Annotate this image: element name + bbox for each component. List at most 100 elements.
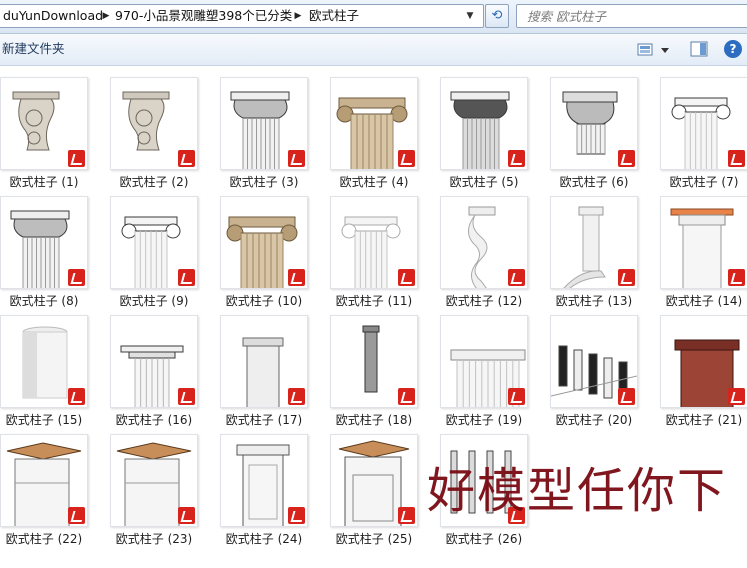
file-item[interactable]: 欧式柱子 (21) [660, 304, 747, 427]
breadcrumb[interactable]: duYunDownload ▶ 970-小品景观雕塑398个已分类 ▶ 欧式柱子… [0, 4, 484, 28]
file-item[interactable]: 欧式柱子 (5) [440, 66, 550, 189]
sketchup-file-icon [728, 269, 745, 286]
sketchup-file-icon [68, 150, 85, 167]
sketchup-file-icon [398, 269, 415, 286]
file-item[interactable]: 欧式柱子 (25) [330, 423, 440, 546]
file-name: 欧式柱子 (20) [555, 413, 633, 427]
watermark-text: 好模型任你下 [427, 463, 728, 519]
file-thumbnail[interactable] [0, 315, 88, 408]
sketchup-file-icon [288, 507, 305, 524]
preview-pane-icon [690, 41, 708, 57]
new-folder-button[interactable]: 新建文件夹 [0, 39, 69, 59]
sketchup-file-icon [68, 388, 85, 405]
sketchup-file-icon [618, 150, 635, 167]
file-item[interactable]: 欧式柱子 (7) [660, 66, 747, 189]
preview-pane-button[interactable] [690, 41, 710, 58]
file-thumbnail[interactable] [110, 315, 198, 408]
sketchup-file-icon [288, 269, 305, 286]
sketchup-file-icon [288, 150, 305, 167]
file-item[interactable]: 欧式柱子 (11) [330, 185, 440, 308]
sketchup-file-icon [618, 269, 635, 286]
breadcrumb-item-root[interactable]: duYunDownload [3, 5, 103, 27]
file-item[interactable]: 欧式柱子 (10) [220, 185, 330, 308]
file-item[interactable]: 欧式柱子 (22) [0, 423, 110, 546]
file-thumbnail[interactable] [440, 196, 528, 289]
file-thumbnail[interactable] [220, 315, 308, 408]
breadcrumb-separator-icon[interactable]: ▶ [291, 5, 305, 27]
file-item[interactable]: 欧式柱子 (2) [110, 66, 220, 189]
breadcrumb-item-current[interactable]: 欧式柱子 [309, 5, 359, 27]
file-item[interactable]: 欧式柱子 (4) [330, 66, 440, 189]
sketchup-file-icon [68, 507, 85, 524]
file-thumbnail[interactable] [660, 196, 747, 289]
breadcrumb-item-category[interactable]: 970-小品景观雕塑398个已分类 [115, 5, 292, 27]
file-name: 欧式柱子 (24) [225, 532, 303, 546]
sketchup-file-icon [398, 507, 415, 524]
file-thumbnail[interactable] [440, 315, 528, 408]
file-thumbnail[interactable] [110, 196, 198, 289]
file-item[interactable]: 欧式柱子 (15) [0, 304, 110, 427]
file-thumbnail[interactable] [330, 196, 418, 289]
file-item[interactable]: 欧式柱子 (8) [0, 185, 110, 308]
sketchup-file-icon [398, 150, 415, 167]
view-icon [637, 43, 669, 56]
file-item[interactable]: 欧式柱子 (17) [220, 304, 330, 427]
sketchup-file-icon [178, 150, 195, 167]
file-thumbnail[interactable] [550, 196, 638, 289]
sketchup-file-icon [68, 269, 85, 286]
sketchup-file-icon [618, 388, 635, 405]
sketchup-file-icon [508, 269, 525, 286]
file-item[interactable]: 欧式柱子 (19) [440, 304, 550, 427]
file-thumbnail[interactable] [330, 434, 418, 527]
command-bar: 新建文件夹 ? [0, 34, 747, 66]
file-item[interactable]: 欧式柱子 (23) [110, 423, 220, 546]
file-thumbnail[interactable] [220, 77, 308, 170]
file-thumbnail[interactable] [110, 77, 198, 170]
file-item[interactable]: 欧式柱子 (6) [550, 66, 660, 189]
file-name: 欧式柱子 (25) [335, 532, 413, 546]
file-name: 欧式柱子 (23) [115, 532, 193, 546]
file-thumbnail[interactable] [0, 77, 88, 170]
file-item[interactable]: 欧式柱子 (18) [330, 304, 440, 427]
file-name: 欧式柱子 (21) [665, 413, 743, 427]
file-thumbnail[interactable] [660, 77, 747, 170]
sketchup-file-icon [728, 150, 745, 167]
sketchup-file-icon [178, 269, 195, 286]
file-item[interactable]: 欧式柱子 (12) [440, 185, 550, 308]
refresh-button[interactable]: ⟲ [485, 4, 509, 28]
search-input[interactable] [517, 5, 727, 27]
chevron-down-icon[interactable]: ▼ [461, 5, 479, 27]
file-item[interactable]: 欧式柱子 (9) [110, 185, 220, 308]
file-thumbnail[interactable] [550, 315, 638, 408]
sketchup-file-icon [508, 388, 525, 405]
file-name: 欧式柱子 (22) [5, 532, 83, 546]
file-item[interactable]: 欧式柱子 (3) [220, 66, 330, 189]
file-thumbnail[interactable] [330, 77, 418, 170]
file-item[interactable]: 欧式柱子 (1) [0, 66, 110, 189]
file-thumbnail[interactable] [660, 315, 747, 408]
help-icon[interactable]: ? [724, 40, 742, 58]
file-thumbnail[interactable] [550, 77, 638, 170]
file-thumbnail[interactable] [0, 196, 88, 289]
refresh-icon: ⟲ [491, 8, 503, 23]
address-bar: duYunDownload ▶ 970-小品景观雕塑398个已分类 ▶ 欧式柱子… [0, 0, 747, 34]
file-item[interactable]: 欧式柱子 (20) [550, 304, 660, 427]
sketchup-file-icon [288, 388, 305, 405]
sketchup-file-icon [178, 388, 195, 405]
file-thumbnail[interactable] [220, 196, 308, 289]
file-thumbnail[interactable] [110, 434, 198, 527]
sketchup-file-icon [398, 388, 415, 405]
file-thumbnail[interactable] [330, 315, 418, 408]
file-item[interactable]: 欧式柱子 (24) [220, 423, 330, 546]
breadcrumb-separator-icon[interactable]: ▶ [99, 5, 113, 27]
sketchup-file-icon [508, 150, 525, 167]
file-thumbnail[interactable] [440, 77, 528, 170]
change-view-button[interactable] [636, 41, 674, 58]
file-item[interactable]: 欧式柱子 (16) [110, 304, 220, 427]
file-item[interactable]: 欧式柱子 (14) [660, 185, 747, 308]
file-name: 欧式柱子 (26) [445, 532, 523, 546]
search-box[interactable] [516, 4, 747, 28]
file-item[interactable]: 欧式柱子 (13) [550, 185, 660, 308]
file-thumbnail[interactable] [0, 434, 88, 527]
file-thumbnail[interactable] [220, 434, 308, 527]
